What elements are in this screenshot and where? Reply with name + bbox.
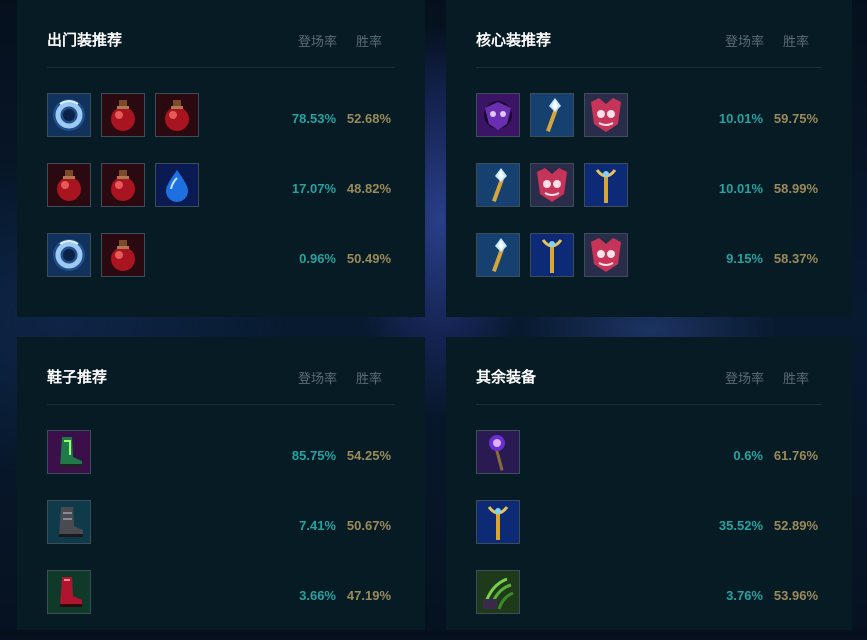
panel-header: 鞋子推荐 登场率 胜率 — [47, 361, 395, 405]
win-rate: 58.37% — [773, 251, 818, 266]
health-potion-icon[interactable] — [101, 93, 145, 137]
win-rate-header: 胜率 — [355, 34, 382, 49]
pick-rate: 10.01% — [718, 111, 763, 126]
win-rate: 54.25% — [346, 448, 391, 463]
panel-title: 其余装备 — [476, 369, 537, 386]
win-rate: 47.19% — [346, 588, 391, 603]
void-staff-icon[interactable] — [476, 430, 520, 474]
green-claw-icon[interactable] — [476, 570, 520, 614]
build-row[interactable]: 0.6% 61.76% — [476, 430, 822, 474]
golden-staff-icon[interactable] — [530, 233, 574, 277]
pick-rate: 3.66% — [299, 588, 336, 603]
health-potion-icon[interactable] — [101, 233, 145, 277]
tear-ring-icon[interactable] — [47, 93, 91, 137]
win-rate-header: 胜率 — [355, 371, 382, 386]
win-rate: 59.75% — [773, 111, 818, 126]
other-items-panel: 其余装备 登场率 胜率 0.6% 61.76% 35.52% 52.89% 3.… — [446, 337, 852, 630]
pick-rate: 9.15% — [726, 251, 763, 266]
health-potion-icon[interactable] — [47, 163, 91, 207]
build-row[interactable]: 17.07% 48.82% — [47, 163, 395, 207]
build-row[interactable]: 10.01% 58.99% — [476, 163, 822, 207]
pick-rate-header: 登场率 — [297, 34, 337, 49]
panel-title: 出门装推荐 — [47, 32, 123, 49]
golden-staff-icon[interactable] — [476, 500, 520, 544]
pick-rate: 78.53% — [291, 111, 336, 126]
pink-mask-icon[interactable] — [584, 93, 628, 137]
health-potion-icon[interactable] — [155, 93, 199, 137]
dark-mask-icon[interactable] — [476, 93, 520, 137]
build-row[interactable]: 10.01% 59.75% — [476, 93, 822, 137]
build-row[interactable]: 35.52% 52.89% — [476, 500, 822, 544]
pick-rate-header: 登场率 — [724, 34, 764, 49]
win-rate-header: 胜率 — [782, 371, 809, 386]
core-items-panel: 核心装推荐 登场率 胜率 10.01% 59.75% 10.01% 58.99%… — [446, 0, 852, 317]
pink-mask-icon[interactable] — [530, 163, 574, 207]
armored-boots-icon[interactable] — [47, 500, 91, 544]
build-row[interactable]: 7.41% 50.67% — [47, 500, 395, 544]
win-rate: 58.99% — [773, 181, 818, 196]
build-row[interactable]: 3.66% 47.19% — [47, 570, 395, 614]
panel-header: 其余装备 登场率 胜率 — [476, 361, 822, 405]
win-rate: 48.82% — [346, 181, 391, 196]
green-boots-icon[interactable] — [47, 430, 91, 474]
crystal-scepter-icon[interactable] — [476, 233, 520, 277]
starter-items-panel: 出门装推荐 登场率 胜率 78.53% 52.68% 17.07% 48.82%… — [17, 0, 425, 317]
panel-title: 鞋子推荐 — [47, 369, 108, 386]
pick-rate-header: 登场率 — [297, 371, 337, 386]
pick-rate-header: 登场率 — [724, 371, 764, 386]
win-rate-header: 胜率 — [782, 34, 809, 49]
win-rate: 53.96% — [773, 588, 818, 603]
pink-mask-icon[interactable] — [584, 233, 628, 277]
crystal-scepter-icon[interactable] — [476, 163, 520, 207]
win-rate: 50.49% — [346, 251, 391, 266]
pick-rate: 3.76% — [726, 588, 763, 603]
pick-rate: 85.75% — [291, 448, 336, 463]
pick-rate: 0.96% — [299, 251, 336, 266]
red-boots-icon[interactable] — [47, 570, 91, 614]
crystal-scepter-icon[interactable] — [530, 93, 574, 137]
boots-panel: 鞋子推荐 登场率 胜率 85.75% 54.25% 7.41% 50.67% 3… — [17, 337, 425, 630]
pick-rate: 10.01% — [718, 181, 763, 196]
build-row[interactable]: 9.15% 58.37% — [476, 233, 822, 277]
pick-rate: 7.41% — [299, 518, 336, 533]
build-row[interactable]: 78.53% 52.68% — [47, 93, 395, 137]
panel-title: 核心装推荐 — [476, 32, 552, 49]
golden-staff-icon[interactable] — [584, 163, 628, 207]
health-potion-icon[interactable] — [101, 163, 145, 207]
panel-header: 核心装推荐 登场率 胜率 — [476, 24, 822, 68]
build-row[interactable]: 85.75% 54.25% — [47, 430, 395, 474]
panel-header: 出门装推荐 登场率 胜率 — [47, 24, 395, 68]
build-row[interactable]: 0.96% 50.49% — [47, 233, 395, 277]
pick-rate: 35.52% — [718, 518, 763, 533]
tear-ring-icon[interactable] — [47, 233, 91, 277]
blue-droplet-icon[interactable] — [155, 163, 199, 207]
win-rate: 52.68% — [346, 111, 391, 126]
win-rate: 52.89% — [773, 518, 818, 533]
build-row[interactable]: 3.76% 53.96% — [476, 570, 822, 614]
win-rate: 61.76% — [773, 448, 818, 463]
pick-rate: 17.07% — [291, 181, 336, 196]
pick-rate: 0.6% — [733, 448, 763, 463]
win-rate: 50.67% — [346, 518, 391, 533]
